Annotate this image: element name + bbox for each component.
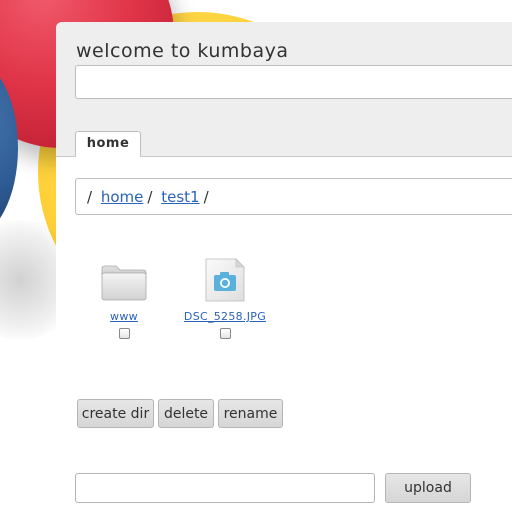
create-dir-button[interactable]: create dir — [77, 399, 154, 428]
file-select-checkbox[interactable] — [219, 328, 231, 339]
file-item-dsc-5258[interactable]: DSC_5258.JPG — [180, 258, 270, 339]
folder-icon-wrap — [96, 258, 152, 302]
file-name-link[interactable]: DSC_5258.JPG — [180, 310, 270, 323]
folder-icon[interactable] — [100, 264, 148, 302]
breadcrumb-item-test1[interactable]: test1 — [161, 188, 199, 206]
breadcrumb-trailing-separator: / — [203, 188, 209, 206]
message-bar — [75, 65, 512, 99]
page-title: welcome to kumbaya — [76, 40, 289, 62]
image-file-icon-wrap — [180, 258, 270, 302]
breadcrumb: / home / test1/ — [75, 178, 512, 215]
file-manager-panel: welcome to kumbaya home / home/ test1/ — [56, 22, 512, 512]
file-item-www[interactable]: www — [96, 258, 152, 339]
delete-button[interactable]: delete — [158, 399, 214, 428]
breadcrumb-separator: / — [147, 188, 153, 206]
upload-button[interactable]: upload — [385, 473, 471, 503]
breadcrumb-item-home[interactable]: home — [101, 188, 144, 206]
rename-button[interactable]: rename — [218, 399, 283, 428]
file-select-checkbox[interactable] — [118, 328, 130, 339]
desktop-stage: welcome to kumbaya home / home/ test1/ — [0, 0, 512, 512]
camera-image-file-icon[interactable] — [204, 258, 246, 302]
panel-header: welcome to kumbaya home — [56, 22, 512, 157]
upload-file-input[interactable] — [75, 473, 375, 503]
breadcrumb-root-separator: / — [87, 188, 93, 206]
tab-home[interactable]: home — [75, 131, 141, 157]
file-name-link[interactable]: www — [96, 310, 152, 323]
